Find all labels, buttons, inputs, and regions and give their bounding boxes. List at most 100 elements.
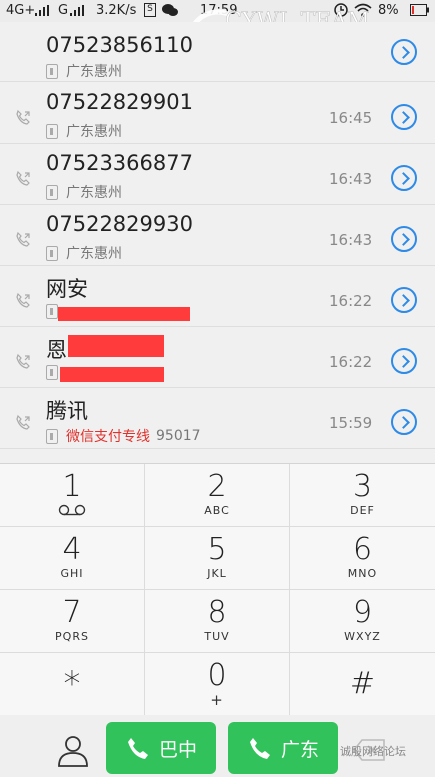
contacts-icon[interactable] bbox=[55, 732, 91, 768]
location-text: 广东惠州 bbox=[66, 246, 122, 262]
outgoing-call-icon bbox=[16, 292, 30, 308]
key-4[interactable]: 4 GHI bbox=[0, 527, 145, 590]
key-digit: 4 bbox=[62, 532, 82, 567]
sim-card-icon bbox=[46, 428, 58, 444]
key-star[interactable]: * bbox=[0, 653, 145, 716]
network-speed: 3.2K/s bbox=[96, 3, 137, 18]
phone-icon bbox=[249, 738, 270, 759]
location-text: 95017 bbox=[156, 428, 201, 444]
key-hash[interactable]: # bbox=[290, 653, 435, 716]
call-info-button[interactable] bbox=[391, 348, 417, 374]
call-location: 微信支付专线 95017 bbox=[46, 426, 201, 446]
forum-watermark-text: 诚殷网络论坛 bbox=[340, 745, 406, 758]
sim-card-icon bbox=[46, 63, 58, 79]
key-letters: PQRS bbox=[55, 630, 89, 643]
call-log-row[interactable]: 07522829930 广东惠州 16:43 bbox=[0, 205, 435, 266]
signal-icon bbox=[35, 5, 49, 16]
key-8[interactable]: 8 TUV bbox=[145, 590, 290, 653]
key-letters: GHI bbox=[60, 567, 84, 580]
call-log-row[interactable]: 07523856110 广东惠州 bbox=[0, 22, 435, 82]
key-digit: # bbox=[349, 666, 376, 701]
key-2[interactable]: 2 ABC bbox=[145, 464, 290, 527]
call-log-list[interactable]: 07523856110 广东惠州 07522829901 广东惠州 16:45 … bbox=[0, 22, 435, 463]
call-name: 07523856110 bbox=[46, 33, 193, 57]
call-time: 16:43 bbox=[329, 231, 373, 249]
wifi-icon bbox=[354, 3, 372, 17]
battery-percent: 8% bbox=[378, 3, 399, 18]
key-6[interactable]: 6 MNO bbox=[290, 527, 435, 590]
call-info-button[interactable] bbox=[391, 39, 417, 65]
call-location: 广东惠州 bbox=[46, 121, 122, 141]
call-time: 15:59 bbox=[329, 414, 373, 432]
call-button-sim2[interactable]: 广东 bbox=[228, 722, 338, 774]
outgoing-call-icon bbox=[16, 353, 30, 369]
call-log-row[interactable]: 07522829901 广东惠州 16:45 bbox=[0, 83, 435, 144]
key-0[interactable]: 0 + bbox=[145, 653, 290, 716]
call-info-button[interactable] bbox=[391, 226, 417, 252]
redaction-bar bbox=[60, 367, 164, 382]
call-location: 广东惠州 bbox=[46, 243, 122, 263]
status-time: 17:59 bbox=[200, 3, 238, 18]
call-time: 16:22 bbox=[329, 353, 373, 371]
key-letters: DEF bbox=[350, 504, 375, 517]
voicemail-icon bbox=[58, 504, 86, 516]
outgoing-call-icon bbox=[16, 231, 30, 247]
call-time: 16:22 bbox=[329, 292, 373, 310]
outgoing-call-icon bbox=[16, 170, 30, 186]
outgoing-call-icon bbox=[16, 109, 30, 125]
key-5[interactable]: 5 JKL bbox=[145, 527, 290, 590]
key-digit: 9 bbox=[352, 595, 373, 630]
call-info-button[interactable] bbox=[391, 287, 417, 313]
call-log-row[interactable]: 恩 16:22 bbox=[0, 327, 435, 388]
key-letters: MNO bbox=[347, 567, 378, 580]
call-location: 广东惠州 bbox=[46, 61, 122, 81]
call-log-row[interactable]: 07523366877 广东惠州 16:43 bbox=[0, 144, 435, 205]
location-text: 广东惠州 bbox=[66, 185, 122, 201]
key-digit: 2 bbox=[207, 469, 227, 504]
call-button-label: 广东 bbox=[280, 738, 319, 761]
sim-card-icon bbox=[46, 304, 58, 319]
sim-card-icon bbox=[46, 184, 58, 200]
status-bar: 4G+ G 3.2K/s S 17:59 8% bbox=[0, 0, 435, 22]
redaction-bar bbox=[68, 335, 164, 357]
key-1[interactable]: 1 bbox=[0, 464, 145, 527]
dial-keypad: 1 2 ABC 3 DEF 4 GHI 5 JKL 6 MNO 7 PQRS 8… bbox=[0, 463, 435, 716]
call-button-sim1[interactable]: 巴中 bbox=[106, 722, 216, 774]
call-tag: 微信支付专线 bbox=[66, 429, 150, 445]
call-log-row[interactable]: 腾讯 微信支付专线 95017 15:59 bbox=[0, 388, 435, 449]
call-info-button[interactable] bbox=[391, 409, 417, 435]
key-letters: WXYZ bbox=[344, 630, 381, 643]
call-time: 16:43 bbox=[329, 170, 373, 188]
key-digit: 8 bbox=[207, 595, 227, 630]
key-letters: JKL bbox=[207, 567, 227, 580]
call-name: 07522829930 bbox=[46, 212, 193, 236]
call-location: 广东惠州 bbox=[46, 182, 122, 202]
network-type-2: G bbox=[58, 3, 69, 18]
call-name: 07523366877 bbox=[46, 151, 193, 175]
key-digit: 7 bbox=[62, 595, 82, 630]
key-9[interactable]: 9 WXYZ bbox=[290, 590, 435, 653]
key-digit: * bbox=[63, 664, 81, 704]
key-3[interactable]: 3 DEF bbox=[290, 464, 435, 527]
key-digit: 6 bbox=[352, 532, 373, 567]
call-log-row[interactable]: 网安 16:22 bbox=[0, 266, 435, 327]
key-digit: 1 bbox=[62, 469, 82, 504]
network-type-1: 4G+ bbox=[6, 3, 36, 18]
key-digit: 0 bbox=[207, 658, 227, 693]
wechat-icon bbox=[162, 4, 178, 16]
key-7[interactable]: 7 PQRS bbox=[0, 590, 145, 653]
signal-icon-2 bbox=[70, 5, 84, 16]
key-digit: 3 bbox=[352, 469, 373, 504]
call-name: 恩 bbox=[46, 338, 67, 362]
call-info-button[interactable] bbox=[391, 104, 417, 130]
sim-card-icon bbox=[46, 245, 58, 261]
call-info-button[interactable] bbox=[391, 165, 417, 191]
key-digit: 5 bbox=[207, 532, 227, 567]
call-button-label: 巴中 bbox=[158, 738, 197, 761]
call-time: 16:45 bbox=[329, 109, 373, 127]
key-letters: TUV bbox=[204, 630, 230, 643]
phone-icon bbox=[127, 738, 148, 759]
s-badge-icon: S bbox=[144, 3, 156, 17]
location-text: 广东惠州 bbox=[66, 64, 122, 80]
key-letters: + bbox=[210, 691, 224, 709]
